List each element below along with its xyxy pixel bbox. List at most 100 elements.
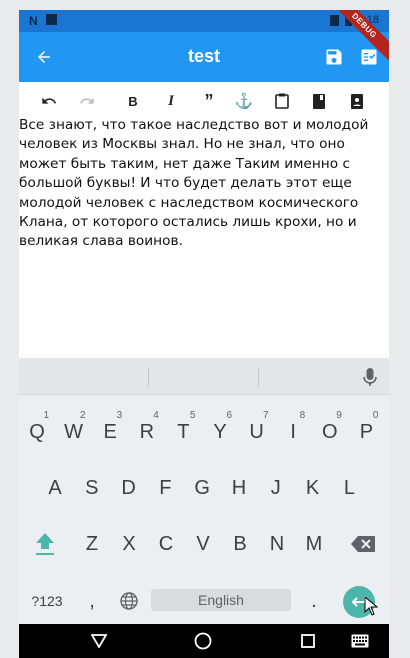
key-h[interactable]: H <box>222 466 256 510</box>
key-f[interactable]: F <box>148 466 182 510</box>
key-hint-number: 1 <box>43 410 49 421</box>
key-w[interactable]: 2W <box>57 410 91 454</box>
key-hint-number: 3 <box>116 410 123 421</box>
key-j[interactable]: J <box>259 466 293 510</box>
nav-back-triangle-icon <box>91 634 107 648</box>
clipboard-button[interactable] <box>271 90 293 112</box>
nav-home-circle-icon <box>194 632 212 650</box>
key-n[interactable]: N <box>260 522 294 566</box>
key-c[interactable]: C <box>149 522 183 566</box>
key-y[interactable]: 6Y <box>203 410 237 454</box>
key-q[interactable]: 1Q <box>20 410 54 454</box>
mouse-cursor-icon <box>364 595 379 621</box>
key-label: I <box>290 420 296 443</box>
book-button[interactable] <box>308 90 330 112</box>
key-hint-number: 9 <box>336 410 342 421</box>
key-i[interactable]: 8I <box>276 410 310 454</box>
key-a[interactable]: A <box>38 466 72 510</box>
signal-icon <box>329 14 339 26</box>
key-hint-number: 2 <box>80 410 86 421</box>
suggestion-divider <box>148 367 149 387</box>
quote-button[interactable]: ” <box>198 90 220 112</box>
backspace-icon <box>351 536 375 552</box>
key-label: T <box>177 420 190 443</box>
key-x[interactable]: X <box>112 522 146 566</box>
suggestion-divider <box>258 367 259 387</box>
key-hint-number: 6 <box>226 410 232 421</box>
book-icon <box>313 93 325 109</box>
key-d[interactable]: D <box>112 466 146 510</box>
key-label: U <box>249 420 264 443</box>
redo-icon <box>80 97 94 104</box>
keyboard-switch-button[interactable] <box>350 631 370 651</box>
soft-keyboard: 1Q2W3E4R5T6Y7U8I9O0P ASDFGHJKL ZXCVBNM ?… <box>19 358 389 624</box>
key-label: Y <box>213 420 227 443</box>
key-z[interactable]: Z <box>75 522 109 566</box>
phone-screen: N 5:18 DE B U G test B <box>19 10 389 658</box>
contact-button[interactable] <box>346 90 368 112</box>
save-button[interactable] <box>321 44 347 70</box>
key-label: P <box>359 420 374 443</box>
nav-home-button[interactable] <box>193 631 213 651</box>
notification-n-icon: N <box>29 14 38 28</box>
microphone-icon <box>363 368 377 386</box>
nav-recents-button[interactable] <box>298 631 318 651</box>
italic-icon: I <box>168 92 174 109</box>
anchor-icon: ⚓ <box>234 93 254 110</box>
italic-button[interactable]: I <box>160 90 182 112</box>
app-bar: test <box>19 32 389 82</box>
contact-icon <box>351 93 363 109</box>
globe-icon <box>120 592 138 610</box>
key-label: O <box>322 420 338 443</box>
undo-button[interactable] <box>38 90 60 112</box>
status-bar: N 5:18 <box>19 10 389 32</box>
key-l[interactable]: L <box>332 466 366 510</box>
navigation-bar <box>19 624 389 658</box>
nav-recents-square-icon <box>301 634 315 648</box>
checklist-icon <box>361 49 377 65</box>
save-icon <box>326 49 342 65</box>
language-key[interactable] <box>112 579 146 623</box>
shift-icon <box>36 533 54 555</box>
symbols-key[interactable]: ?123 <box>27 579 67 623</box>
key-m[interactable]: M <box>297 522 331 566</box>
keyboard-icon <box>351 634 369 648</box>
key-t[interactable]: 5T <box>166 410 200 454</box>
key-u[interactable]: 7U <box>240 410 274 454</box>
mic-button[interactable] <box>363 367 377 392</box>
key-hint-number: 4 <box>153 410 159 421</box>
key-o[interactable]: 9O <box>313 410 347 454</box>
editor-text[interactable]: Все знают, что такое наследство вот и мо… <box>19 116 369 252</box>
anchor-button[interactable]: ⚓ <box>233 90 255 112</box>
quote-icon: ” <box>204 90 214 111</box>
suggestion-strip <box>19 358 389 395</box>
key-hint-number: 0 <box>372 410 379 421</box>
key-hint-number: 8 <box>299 410 306 421</box>
shift-key[interactable] <box>28 522 62 566</box>
notification-download-icon <box>45 14 57 25</box>
key-label: R <box>139 420 155 443</box>
key-k[interactable]: K <box>296 466 330 510</box>
bold-icon: B <box>128 93 138 109</box>
format-toolbar: B I ” ⚓ <box>19 90 389 112</box>
key-label: W <box>64 420 84 443</box>
key-v[interactable]: V <box>186 522 220 566</box>
key-s[interactable]: S <box>75 466 109 510</box>
key-hint-number: 5 <box>189 410 196 421</box>
key-g[interactable]: G <box>185 466 219 510</box>
space-key[interactable]: English <box>151 589 291 611</box>
redo-button[interactable] <box>76 90 98 112</box>
undo-icon <box>42 97 57 104</box>
key-b[interactable]: B <box>223 522 257 566</box>
key-label: Q <box>29 420 45 443</box>
key-label: E <box>103 420 117 443</box>
period-key[interactable]: . <box>297 579 331 623</box>
nav-back-button[interactable] <box>89 631 109 651</box>
bold-button[interactable]: B <box>122 90 144 112</box>
comma-key[interactable]: , <box>75 579 109 623</box>
key-p[interactable]: 0P <box>349 410 383 454</box>
key-e[interactable]: 3E <box>93 410 127 454</box>
clipboard-icon <box>275 93 289 109</box>
key-r[interactable]: 4R <box>130 410 164 454</box>
backspace-key[interactable] <box>346 522 380 566</box>
